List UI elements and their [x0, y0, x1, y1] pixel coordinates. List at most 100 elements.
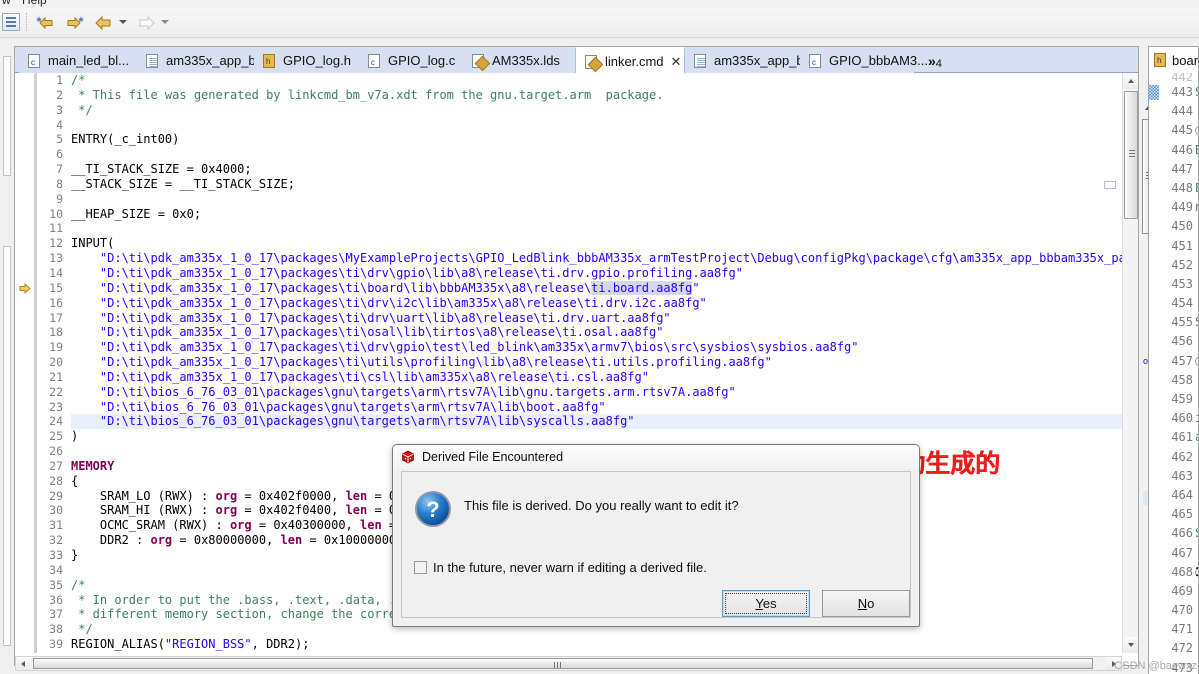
secondary-code-line[interactable]: S — [1195, 83, 1198, 102]
code-line[interactable] — [71, 221, 1138, 236]
back-star-icon[interactable] — [34, 12, 58, 33]
editor-tab-gpio-bbbam3-[interactable]: GPIO_bbbAM3... — [800, 47, 928, 74]
forward-dropdown-icon[interactable] — [161, 20, 169, 24]
code-line[interactable]: /* — [71, 73, 1138, 88]
secondary-editor-tab[interactable]: board — [1148, 46, 1199, 73]
code-line[interactable]: REGION_ALIAS("REGION_BSS", DDR2); — [71, 637, 1138, 652]
secondary-code-line[interactable] — [1195, 73, 1198, 83]
secondary-code-line[interactable]: i — [1195, 409, 1198, 428]
secondary-code-line[interactable] — [1195, 582, 1198, 601]
code-line[interactable]: "D:\ti\pdk_am335x_1_0_17\packages\ti\uti… — [71, 355, 1138, 370]
code-line[interactable]: INPUT( — [71, 236, 1138, 251]
code-line[interactable]: __STACK_SIZE = __TI_STACK_SIZE; — [71, 177, 1138, 192]
code-line[interactable]: ) — [71, 429, 1138, 444]
secondary-code-line[interactable] — [1195, 620, 1198, 639]
secondary-code-line[interactable] — [1195, 448, 1198, 467]
scroll-left-arrow-icon[interactable] — [16, 657, 31, 670]
back-dropdown-icon[interactable] — [119, 20, 127, 24]
code-line[interactable] — [71, 192, 1138, 207]
secondary-code-line[interactable] — [1195, 505, 1198, 524]
secondary-code-line[interactable]: S — [1195, 313, 1198, 332]
line-number: 33 — [49, 548, 63, 562]
editor-tab-linker-cmd[interactable]: linker.cmd ✕ — [575, 47, 685, 74]
code-line[interactable]: __HEAP_SIZE = 0x0; — [71, 207, 1138, 222]
secondary-code-line[interactable]: B — [1195, 141, 1198, 160]
menu-item-help[interactable]: Help — [22, 0, 47, 7]
secondary-code-line[interactable] — [1195, 256, 1198, 275]
forward-arrow-icon[interactable] — [134, 12, 158, 33]
code-line[interactable]: * This file was generated by linkcmd_bm_… — [71, 88, 1138, 103]
secondary-code-line[interactable] — [1195, 217, 1198, 236]
secondary-code-line[interactable] — [1195, 275, 1198, 294]
forward-star-icon[interactable] — [62, 12, 86, 33]
overview-ruler-mark[interactable] — [1104, 181, 1116, 189]
code-span: "D:\ti\bios_6_76_03_01\packages\gnu\targ… — [71, 399, 606, 414]
secondary-code-line[interactable] — [1195, 639, 1198, 658]
horizontal-scroll-thumb[interactable] — [33, 658, 1093, 669]
secondary-code-line[interactable]: E — [1195, 179, 1198, 198]
secondary-code-line[interactable] — [1195, 467, 1198, 486]
code-line[interactable] — [71, 147, 1138, 162]
secondary-code-text[interactable]: S B En S ia S 1 — [1195, 73, 1198, 674]
code-line[interactable]: "D:\ti\pdk_am335x_1_0_17\packages\ti\drv… — [71, 296, 1138, 311]
code-line[interactable]: "D:\ti\pdk_am335x_1_0_17\packages\ti\csl… — [71, 370, 1138, 385]
secondary-code-line[interactable] — [1195, 237, 1198, 256]
no-button[interactable]: No — [822, 590, 910, 617]
secondary-code-line[interactable] — [1195, 486, 1198, 505]
secondary-code-line[interactable] — [1195, 371, 1198, 390]
secondary-code-line[interactable]: n — [1195, 198, 1198, 217]
code-line[interactable]: */ — [71, 103, 1138, 118]
scroll-up-arrow-icon[interactable] — [1123, 73, 1138, 89]
code-line[interactable]: __TI_STACK_SIZE = 0x4000; — [71, 162, 1138, 177]
secondary-code-line[interactable] — [1195, 102, 1198, 121]
secondary-code-line[interactable] — [1195, 390, 1198, 409]
secondary-code-line[interactable]: a — [1195, 428, 1198, 447]
back-arrow-icon[interactable] — [92, 12, 116, 33]
code-line[interactable]: "D:\ti\pdk_am335x_1_0_17\packages\ti\drv… — [71, 311, 1138, 326]
dialog-title-label: Derived File Encountered — [422, 450, 564, 464]
never-warn-checkbox[interactable] — [414, 561, 427, 574]
code-line[interactable]: "D:\ti\pdk_am335x_1_0_17\packages\MyExam… — [71, 251, 1138, 266]
editor-vertical-scrollbar[interactable] — [1122, 73, 1138, 653]
secondary-line-number: 464 — [1171, 487, 1193, 502]
vertical-scroll-thumb[interactable] — [1124, 91, 1138, 219]
editor-tab-gpio-log-h[interactable]: GPIO_log.h — [254, 47, 359, 74]
tab-close-icon[interactable]: ✕ — [671, 55, 682, 68]
secondary-code-line[interactable] — [1195, 352, 1198, 371]
secondary-code-line[interactable] — [1195, 294, 1198, 313]
editor-tab-gpio-log-c[interactable]: GPIO_log.c — [359, 47, 463, 74]
tab-overflow-button[interactable]: » 4 — [928, 47, 942, 74]
derived-file-icon — [401, 450, 415, 464]
editor-horizontal-scrollbar[interactable] — [15, 656, 1122, 671]
secondary-code-line[interactable] — [1195, 332, 1198, 351]
code-line[interactable]: "D:\ti\bios_6_76_03_01\packages\gnu\targ… — [71, 385, 1138, 400]
code-line[interactable]: "D:\ti\pdk_am335x_1_0_17\packages\ti\osa… — [71, 325, 1138, 340]
code-line[interactable]: "D:\ti\bios_6_76_03_01\packages\gnu\targ… — [71, 414, 1138, 430]
secondary-code-line[interactable]: 1 — [1195, 563, 1198, 582]
editor-tab-am335x-lds[interactable]: AM335x.lds — [463, 47, 575, 74]
scroll-down-arrow-icon[interactable] — [1123, 637, 1138, 653]
marker-column[interactable] — [15, 73, 35, 653]
code-line[interactable]: "D:\ti\bios_6_76_03_01\packages\gnu\targ… — [71, 400, 1138, 415]
yes-button[interactable]: Yes — [722, 590, 810, 617]
code-line[interactable]: "D:\ti\pdk_am335x_1_0_17\packages\ti\drv… — [71, 340, 1138, 355]
secondary-code-line[interactable] — [1195, 160, 1198, 179]
secondary-code-line[interactable] — [1195, 121, 1198, 140]
secondary-code-line[interactable] — [1195, 601, 1198, 620]
code-span: "D:\ti\bios_6_76_03_01\packages\gnu\targ… — [71, 414, 635, 429]
editor-tab-am335x-app-b-[interactable]: am335x_app_b... — [685, 47, 814, 74]
never-warn-checkbox-row[interactable]: In the future, never warn if editing a d… — [414, 560, 707, 575]
secondary-code-line[interactable]: S — [1195, 524, 1198, 543]
code-line[interactable]: "D:\ti\pdk_am335x_1_0_17\packages\ti\boa… — [71, 280, 1138, 296]
editor-tab-main-led-bl-[interactable]: main_led_bl... — [19, 47, 137, 74]
occurrence-arrow-marker-icon[interactable] — [18, 282, 32, 296]
editor-tab-am335x-app-b-[interactable]: am335x_app_b... — [137, 47, 266, 74]
code-span: { — [71, 473, 79, 488]
outline-view-icon[interactable] — [2, 13, 20, 31]
menu-item-w[interactable]: w — [2, 0, 11, 7]
code-line[interactable]: ENTRY(_c_int00) — [71, 132, 1138, 147]
secondary-code-line[interactable] — [1195, 544, 1198, 563]
secondary-editor-body[interactable]: 442 443 444 445 446 447 448 449 450 451 452 453 454 4… — [1148, 73, 1199, 674]
code-line[interactable]: "D:\ti\pdk_am335x_1_0_17\packages\ti\drv… — [71, 266, 1138, 281]
code-line[interactable] — [71, 118, 1138, 133]
